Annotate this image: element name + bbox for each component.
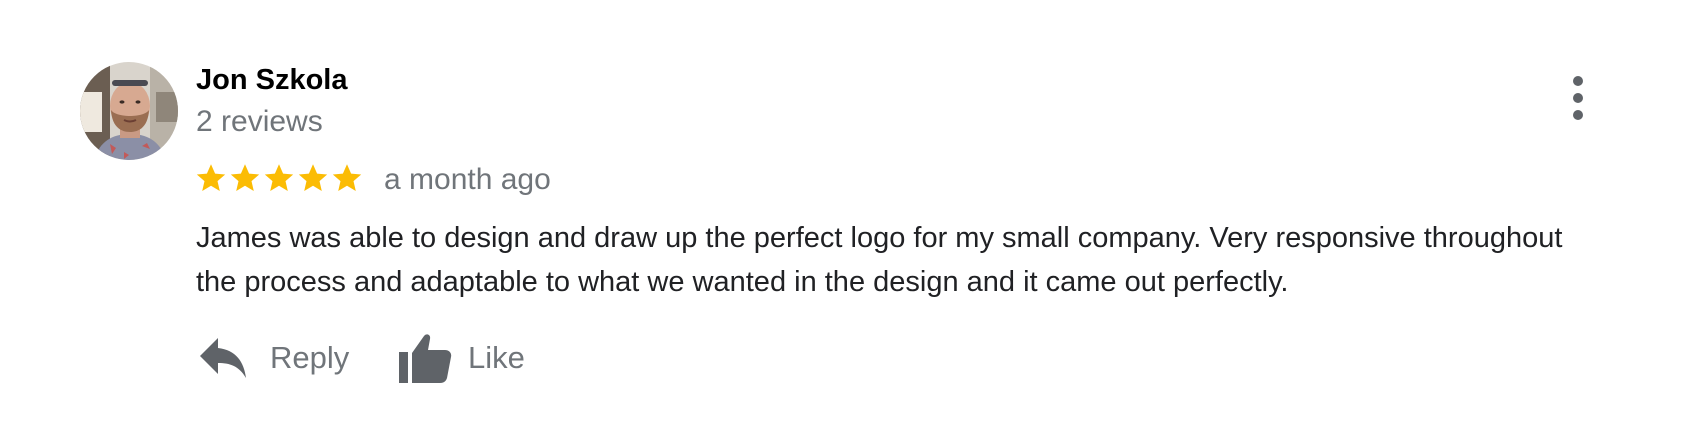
rating-row: a month ago <box>194 158 551 198</box>
review-timestamp: a month ago <box>384 163 551 196</box>
author-review-count[interactable]: 2 reviews <box>196 105 323 139</box>
star-icon <box>230 164 260 192</box>
thumbs-up-icon <box>399 334 452 383</box>
author-avatar[interactable] <box>80 62 178 160</box>
star-icon <box>264 164 294 192</box>
star-icon <box>298 164 328 192</box>
reply-arrow-icon <box>200 338 246 378</box>
author-name[interactable]: Jon Szkola <box>196 64 348 97</box>
like-label: Like <box>468 340 525 375</box>
reply-button[interactable]: Reply <box>198 328 349 388</box>
like-button[interactable]: Like <box>398 328 525 388</box>
review-text: James was able to design and draw up the… <box>196 222 1563 298</box>
star-rating <box>194 161 364 195</box>
more-vertical-icon-dot <box>1573 110 1583 120</box>
reply-label: Reply <box>270 340 350 375</box>
review-card: Jon Szkola 2 reviews a month ago James w… <box>0 0 1688 445</box>
star-icon <box>196 164 226 192</box>
star-icon <box>332 164 362 192</box>
more-options-button[interactable] <box>1560 74 1596 122</box>
user-photo-avatar-icon <box>80 62 178 160</box>
more-vertical-icon-dot <box>1573 93 1583 103</box>
more-vertical-icon <box>1573 76 1583 86</box>
